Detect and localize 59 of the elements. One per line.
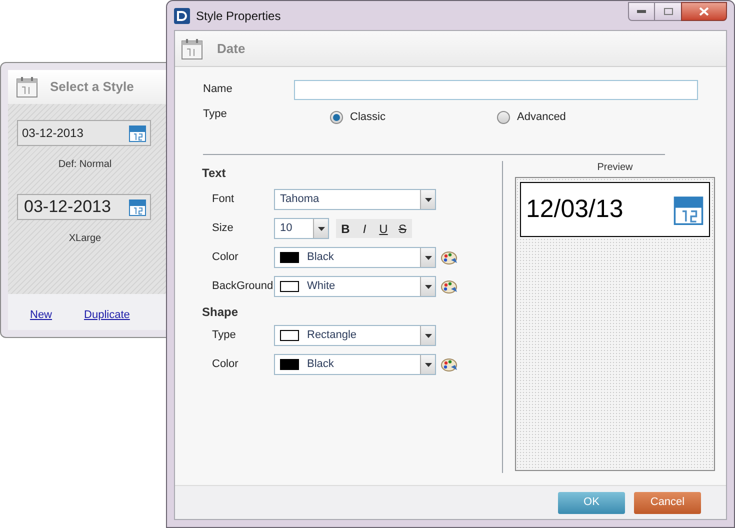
radio-button[interactable]: [330, 110, 343, 124]
link[interactable]: Duplicate: [84, 306, 130, 324]
dropdown-value: Tahoma: [280, 192, 320, 208]
dropdown-value: Rectangle: [307, 328, 357, 344]
format-button[interactable]: I: [355, 219, 374, 238]
format-button[interactable]: S: [393, 219, 412, 238]
link[interactable]: New: [30, 306, 52, 324]
style-name: XLarge: [68, 232, 102, 246]
maximize-icon: [664, 8, 672, 14]
dropdown-value: 10: [280, 221, 292, 236]
calendar-icon: [181, 38, 203, 60]
section-title: Text: [202, 165, 227, 182]
dropdown-value: Black: [307, 250, 334, 266]
minimize-icon: [637, 10, 646, 12]
dropdown-value: White: [307, 279, 336, 294]
dropdown-field[interactable]: 10: [274, 218, 329, 239]
dropdown-field[interactable]: Black: [274, 247, 436, 268]
calendar-icon[interactable]: [129, 124, 146, 142]
color-palette-icon[interactable]: [441, 358, 458, 372]
calendar-icon: [16, 76, 38, 98]
dropdown-value: Black: [307, 357, 334, 372]
format-button[interactable]: U: [374, 219, 393, 238]
close-icon: [699, 6, 709, 16]
field-label: Color: [211, 357, 240, 372]
calendar-icon[interactable]: [129, 198, 146, 216]
close-button[interactable]: [681, 2, 727, 20]
radio-option[interactable]: Advanced: [497, 109, 566, 126]
field-label: Size: [211, 221, 234, 236]
field-label: Type: [203, 107, 228, 122]
date-text: 03-12-2013: [22, 125, 84, 142]
style-name: Def: Normal: [58, 158, 112, 172]
color-palette-icon[interactable]: [441, 250, 458, 264]
app-logo-icon: [174, 8, 190, 24]
preview-date: 12/03/13: [526, 194, 624, 225]
radio-option[interactable]: Classic: [330, 109, 497, 126]
dropdown-field[interactable]: Rectangle: [274, 325, 436, 346]
field-label: Name: [203, 82, 234, 98]
preview-label: Preview: [597, 161, 633, 175]
maximize-button[interactable]: [655, 2, 681, 20]
dropdown-field[interactable]: Tahoma: [274, 189, 436, 210]
date-text: 03-12-2013: [23, 196, 111, 218]
color-palette-icon[interactable]: [441, 280, 458, 294]
field-label: BackGround: [211, 279, 274, 294]
calendar-icon[interactable]: [673, 194, 704, 225]
date-style-sample[interactable]: 03-12-2013: [17, 120, 151, 146]
minimize-button[interactable]: [628, 2, 655, 20]
dropdown-field[interactable]: White: [274, 276, 436, 297]
window-title: Style Properties: [196, 8, 281, 24]
section-title: Shape: [202, 304, 240, 321]
field-label: Type: [211, 328, 237, 344]
field-label: Color: [211, 250, 240, 266]
dropdown-field[interactable]: Black: [274, 354, 436, 375]
radio-button[interactable]: [497, 110, 510, 124]
date-style-sample[interactable]: 03-12-2013: [17, 194, 151, 220]
header-title: Date: [217, 40, 246, 58]
field-label: Font: [211, 192, 236, 208]
panel-title: Select a Style: [50, 78, 134, 96]
format-button[interactable]: B: [336, 219, 355, 238]
name-input-field[interactable]: [294, 80, 698, 100]
